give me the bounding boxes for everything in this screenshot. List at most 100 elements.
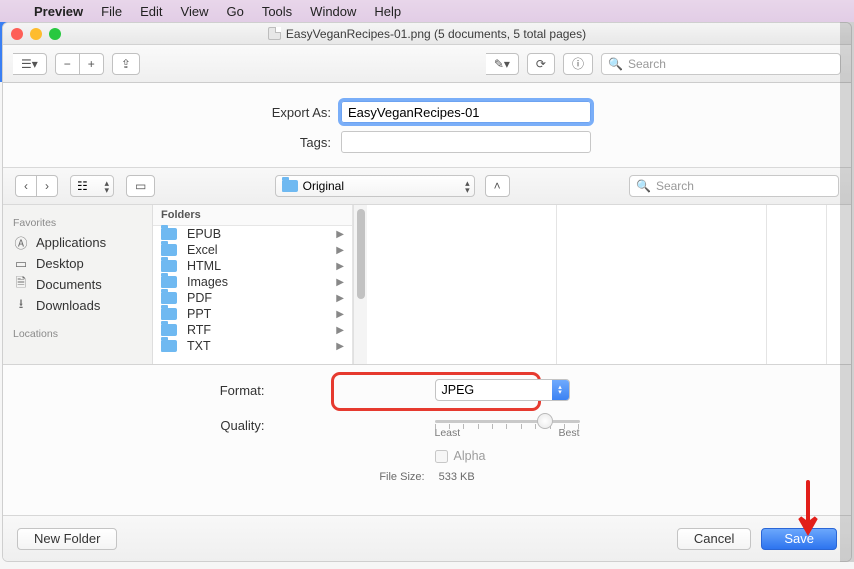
toolbar-search[interactable]: 🔍 Search bbox=[601, 53, 841, 75]
folder-icon bbox=[161, 276, 177, 288]
close-window-button[interactable] bbox=[11, 28, 23, 40]
sidebar-heading-favorites: Favorites bbox=[3, 213, 152, 232]
chevron-right-icon: ▶ bbox=[336, 245, 344, 256]
format-label: Format: bbox=[3, 383, 265, 398]
tags-label: Tags: bbox=[300, 135, 331, 150]
menu-help[interactable]: Help bbox=[374, 4, 401, 19]
export-options: Format: JPEG ▴▾ Quality: Least bbox=[3, 365, 851, 503]
downloads-icon: ⭳ bbox=[13, 299, 29, 313]
folder-row[interactable]: Images▶ bbox=[153, 274, 352, 290]
app-menu[interactable]: Preview bbox=[34, 4, 83, 19]
locbar-search[interactable]: 🔍 Search bbox=[629, 175, 839, 197]
empty-column-2[interactable] bbox=[557, 205, 767, 364]
nav-fwd-button[interactable]: › bbox=[37, 175, 58, 197]
export-as-field[interactable] bbox=[341, 101, 591, 123]
tags-field[interactable] bbox=[341, 131, 591, 153]
parent-toolbar: ☰▾ − + ⇪ ✎▾ ⟳ ⓘ 🔍 Search bbox=[3, 45, 851, 83]
titlebar: EasyVeganRecipes-01.png (5 documents, 5 … bbox=[3, 23, 851, 45]
zoom-out-button[interactable]: − bbox=[55, 53, 80, 75]
share-button[interactable]: ⇪ bbox=[112, 53, 140, 75]
export-sheet: Export As: Tags: ‹ › ☷▴▾ ▭ Original ▴▾ bbox=[3, 83, 851, 561]
locbar-search-placeholder: Search bbox=[656, 179, 694, 193]
sidebar-item-documents[interactable]: 🗎Documents bbox=[3, 274, 152, 295]
sidebar-item-applications[interactable]: ⒶApplications bbox=[3, 232, 152, 253]
toolbar-search-placeholder: Search bbox=[628, 57, 666, 71]
column-scrollbar[interactable] bbox=[353, 205, 367, 364]
folder-icon bbox=[161, 292, 177, 304]
folder-icon bbox=[161, 340, 177, 352]
folder-icon bbox=[161, 308, 177, 320]
save-button[interactable]: Save bbox=[761, 528, 837, 550]
folder-column[interactable]: Folders EPUB▶ Excel▶ HTML▶ Images▶ PDF▶ … bbox=[153, 205, 353, 364]
folder-row[interactable]: PPT▶ bbox=[153, 306, 352, 322]
folder-row[interactable]: HTML▶ bbox=[153, 258, 352, 274]
app-window: EasyVeganRecipes-01.png (5 documents, 5 … bbox=[2, 22, 852, 562]
filesize-value: 533 KB bbox=[439, 471, 475, 483]
menubar[interactable]: Preview File Edit View Go Tools Window H… bbox=[0, 0, 854, 22]
menu-go[interactable]: Go bbox=[226, 4, 243, 19]
chevron-right-icon: ▶ bbox=[336, 325, 344, 336]
minimize-window-button[interactable] bbox=[30, 28, 42, 40]
folder-icon bbox=[161, 324, 177, 336]
menu-window[interactable]: Window bbox=[310, 4, 356, 19]
sidebar-item-desktop[interactable]: ▭Desktop bbox=[3, 253, 152, 274]
folder-row[interactable]: TXT▶ bbox=[153, 338, 352, 354]
location-popup[interactable]: Original ▴▾ bbox=[275, 175, 475, 197]
folder-icon bbox=[161, 260, 177, 272]
nav-back-button[interactable]: ‹ bbox=[15, 175, 37, 197]
view-mode-popup[interactable]: ☷▴▾ bbox=[70, 175, 114, 197]
group-button[interactable]: ▭ bbox=[126, 175, 155, 197]
folder-icon bbox=[161, 244, 177, 256]
menu-edit[interactable]: Edit bbox=[140, 4, 162, 19]
column-header: Folders bbox=[153, 205, 352, 226]
menu-tools[interactable]: Tools bbox=[262, 4, 292, 19]
browser-sidebar: Favorites ⒶApplications ▭Desktop 🗎Docume… bbox=[3, 205, 153, 364]
folder-row[interactable]: RTF▶ bbox=[153, 322, 352, 338]
search-icon: 🔍 bbox=[608, 57, 623, 71]
sidebar-heading-locations: Locations bbox=[3, 324, 152, 343]
applications-icon: Ⓐ bbox=[13, 236, 29, 250]
documents-icon: 🗎 bbox=[13, 278, 29, 292]
folder-row[interactable]: EPUB▶ bbox=[153, 226, 352, 242]
empty-column-3[interactable] bbox=[767, 205, 827, 364]
markup-button[interactable]: ⓘ bbox=[563, 53, 593, 75]
folder-icon bbox=[161, 228, 177, 240]
zoom-window-button[interactable] bbox=[49, 28, 61, 40]
chevron-right-icon: ▶ bbox=[336, 261, 344, 272]
highlight-button[interactable]: ✎▾ bbox=[486, 53, 519, 75]
quality-label: Quality: bbox=[3, 418, 265, 433]
empty-column-1[interactable] bbox=[367, 205, 557, 364]
chevron-right-icon: ▶ bbox=[336, 309, 344, 320]
menu-file[interactable]: File bbox=[101, 4, 122, 19]
chevron-right-icon: ▶ bbox=[336, 341, 344, 352]
folder-row[interactable]: PDF▶ bbox=[153, 290, 352, 306]
collapse-button[interactable]: ˄ bbox=[485, 175, 510, 197]
chevron-right-icon: ▶ bbox=[336, 293, 344, 304]
alpha-checkbox[interactable]: Alpha bbox=[435, 449, 580, 463]
window-title: EasyVeganRecipes-01.png (5 documents, 5 … bbox=[286, 27, 586, 41]
sidebar-toggle-button[interactable]: ☰▾ bbox=[13, 53, 47, 75]
filesize-label: File Size: bbox=[379, 471, 424, 483]
file-browser: Favorites ⒶApplications ▭Desktop 🗎Docume… bbox=[3, 205, 851, 365]
search-icon: 🔍 bbox=[636, 179, 651, 193]
sheet-bottombar: New Folder Cancel Save bbox=[3, 515, 851, 561]
cancel-button[interactable]: Cancel bbox=[677, 528, 751, 550]
folder-row[interactable]: Excel▶ bbox=[153, 242, 352, 258]
zoom-in-button[interactable]: + bbox=[80, 53, 104, 75]
folder-icon bbox=[282, 180, 298, 192]
document-proxy-icon[interactable] bbox=[268, 27, 281, 40]
location-popup-label: Original bbox=[303, 179, 344, 193]
quality-slider[interactable] bbox=[435, 411, 580, 431]
slider-knob[interactable] bbox=[537, 413, 553, 429]
sidebar-item-downloads[interactable]: ⭳Downloads bbox=[3, 295, 152, 316]
format-popup[interactable]: JPEG ▴▾ bbox=[435, 379, 570, 401]
new-folder-button[interactable]: New Folder bbox=[17, 528, 117, 550]
menu-view[interactable]: View bbox=[181, 4, 209, 19]
chevron-right-icon: ▶ bbox=[336, 229, 344, 240]
rotate-button[interactable]: ⟳ bbox=[527, 53, 555, 75]
locbar: ‹ › ☷▴▾ ▭ Original ▴▾ ˄ 🔍 Search bbox=[3, 167, 851, 205]
format-value: JPEG bbox=[442, 383, 475, 397]
alpha-label: Alpha bbox=[454, 449, 486, 463]
desktop-icon: ▭ bbox=[13, 257, 29, 271]
checkbox-box[interactable] bbox=[435, 450, 448, 463]
